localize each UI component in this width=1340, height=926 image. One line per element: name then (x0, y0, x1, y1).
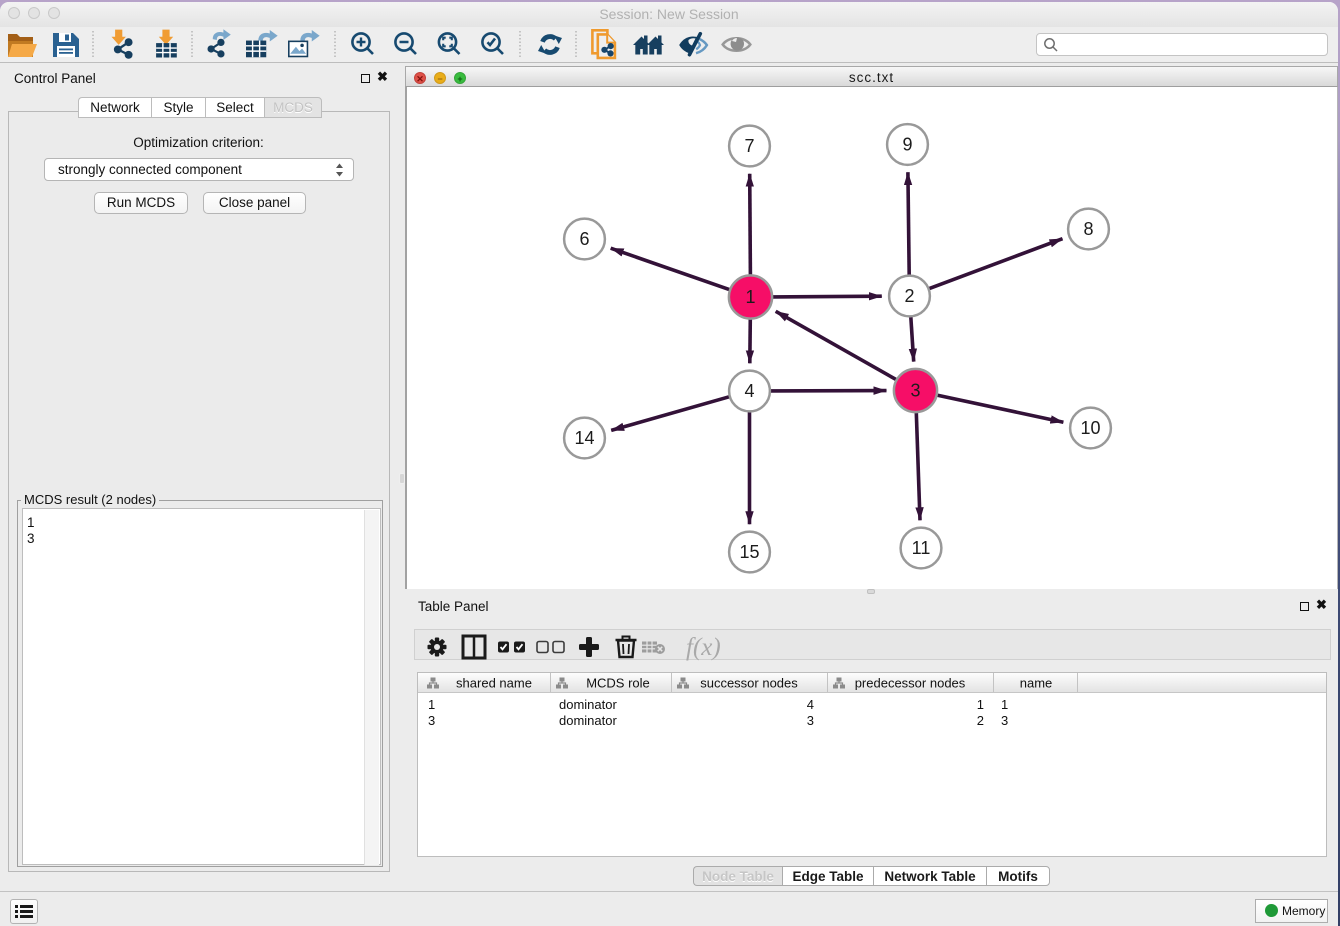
svg-text:10: 10 (1080, 418, 1100, 438)
svg-text:9: 9 (902, 135, 912, 155)
svg-text:successor nodes: successor nodes (700, 676, 798, 691)
svg-text:predecessor nodes: predecessor nodes (855, 676, 966, 691)
svg-text:MCDS role: MCDS role (586, 676, 650, 691)
svg-text:8: 8 (1083, 219, 1093, 239)
svg-text:14: 14 (574, 428, 594, 448)
svg-text:name: name (1020, 676, 1053, 691)
svg-text:2: 2 (904, 286, 914, 306)
svg-text:3: 3 (910, 381, 920, 401)
svg-text:shared name: shared name (456, 676, 532, 691)
svg-text:7: 7 (744, 136, 754, 156)
svg-text:4: 4 (744, 381, 754, 401)
svg-text:6: 6 (579, 229, 589, 249)
svg-text:1: 1 (745, 287, 755, 307)
svg-text:f(x): f(x) (686, 634, 721, 661)
svg-text:15: 15 (739, 542, 759, 562)
svg-text:11: 11 (912, 538, 931, 558)
